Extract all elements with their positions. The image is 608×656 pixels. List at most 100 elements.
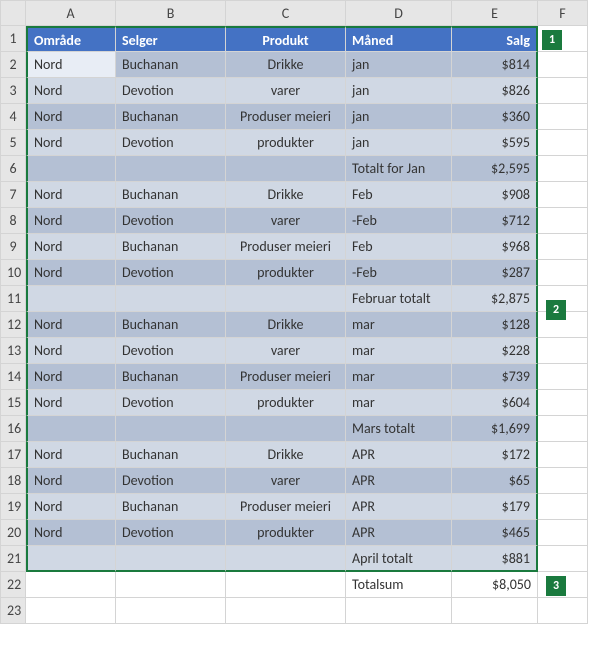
cell-E10[interactable]: $287 — [452, 260, 538, 286]
cell-A8[interactable]: Nord — [26, 208, 116, 234]
cell-empty-23-4[interactable] — [452, 598, 538, 624]
col-header-E[interactable]: E — [452, 0, 538, 26]
row-header-16[interactable]: 16 — [0, 416, 26, 442]
cell-empty-23-5[interactable] — [538, 598, 588, 624]
cell-B10[interactable]: Devotion — [116, 260, 226, 286]
cell-F15[interactable] — [538, 390, 588, 416]
cell-F18[interactable] — [538, 468, 588, 494]
cell-A5[interactable]: Nord — [26, 130, 116, 156]
cell-E6[interactable]: $2,595 — [452, 156, 538, 182]
cell-B16[interactable] — [116, 416, 226, 442]
cell-A7[interactable]: Nord — [26, 182, 116, 208]
cell-F17[interactable] — [538, 442, 588, 468]
cell-C19[interactable]: Produser meieri — [226, 494, 346, 520]
cell-D17[interactable]: APR — [346, 442, 452, 468]
cell-B11[interactable] — [116, 286, 226, 312]
cell-A22[interactable] — [26, 572, 116, 598]
cell-D19[interactable]: APR — [346, 494, 452, 520]
cell-A21[interactable] — [26, 546, 116, 572]
cell-D14[interactable]: mar — [346, 364, 452, 390]
row-header-8[interactable]: 8 — [0, 208, 26, 234]
cell-C20[interactable]: produkter — [226, 520, 346, 546]
cell-F21[interactable] — [538, 546, 588, 572]
cell-empty-23-0[interactable] — [26, 598, 116, 624]
cell-D18[interactable]: APR — [346, 468, 452, 494]
cell-E4[interactable]: $360 — [452, 104, 538, 130]
cell-C8[interactable]: varer — [226, 208, 346, 234]
cell-D10[interactable]: -Feb — [346, 260, 452, 286]
cell-C9[interactable]: Produser meieri — [226, 234, 346, 260]
cell-C22[interactable] — [226, 572, 346, 598]
cell-A2[interactable]: Nord — [26, 52, 116, 78]
cell-C13[interactable]: varer — [226, 338, 346, 364]
cell-B12[interactable]: Buchanan — [116, 312, 226, 338]
row-header-3[interactable]: 3 — [0, 78, 26, 104]
cell-A13[interactable]: Nord — [26, 338, 116, 364]
cell-E22[interactable]: $8,050 — [452, 572, 538, 598]
row-header-7[interactable]: 7 — [0, 182, 26, 208]
cell-D2[interactable]: jan — [346, 52, 452, 78]
cell-C4[interactable]: Produser meieri — [226, 104, 346, 130]
cell-B7[interactable]: Buchanan — [116, 182, 226, 208]
cell-F6[interactable] — [538, 156, 588, 182]
cell-A16[interactable] — [26, 416, 116, 442]
cell-E8[interactable]: $712 — [452, 208, 538, 234]
row-header-10[interactable]: 10 — [0, 260, 26, 286]
cell-C18[interactable]: varer — [226, 468, 346, 494]
cell-A15[interactable]: Nord — [26, 390, 116, 416]
cell-B2[interactable]: Buchanan — [116, 52, 226, 78]
cell-E9[interactable]: $968 — [452, 234, 538, 260]
cell-B22[interactable] — [116, 572, 226, 598]
cell-A3[interactable]: Nord — [26, 78, 116, 104]
row-header-9[interactable]: 9 — [0, 234, 26, 260]
cell-D21[interactable]: April totalt — [346, 546, 452, 572]
cell-E5[interactable]: $595 — [452, 130, 538, 156]
cell-D15[interactable]: mar — [346, 390, 452, 416]
cell-A6[interactable] — [26, 156, 116, 182]
cell-A9[interactable]: Nord — [26, 234, 116, 260]
cell-B4[interactable]: Buchanan — [116, 104, 226, 130]
table-header-D[interactable]: Måned — [346, 26, 452, 52]
table-header-E[interactable]: Salg — [452, 26, 538, 52]
cell-B20[interactable]: Devotion — [116, 520, 226, 546]
cell-E19[interactable]: $179 — [452, 494, 538, 520]
col-header-D[interactable]: D — [346, 0, 452, 26]
cell-C10[interactable]: produkter — [226, 260, 346, 286]
row-header-17[interactable]: 17 — [0, 442, 26, 468]
cell-A4[interactable]: Nord — [26, 104, 116, 130]
cell-B21[interactable] — [116, 546, 226, 572]
cell-A17[interactable]: Nord — [26, 442, 116, 468]
table-header-C[interactable]: Produkt — [226, 26, 346, 52]
row-header-22[interactable]: 22 — [0, 572, 26, 598]
cell-A14[interactable]: Nord — [26, 364, 116, 390]
table-header-A[interactable]: Område — [26, 26, 116, 52]
row-header-12[interactable]: 12 — [0, 312, 26, 338]
row-header-21[interactable]: 21 — [0, 546, 26, 572]
cell-D7[interactable]: Feb — [346, 182, 452, 208]
cell-B19[interactable]: Buchanan — [116, 494, 226, 520]
cell-E14[interactable]: $739 — [452, 364, 538, 390]
cell-F20[interactable] — [538, 520, 588, 546]
cell-F13[interactable] — [538, 338, 588, 364]
cell-E11[interactable]: $2,875 — [452, 286, 538, 312]
row-header-11[interactable]: 11 — [0, 286, 26, 312]
row-header-6[interactable]: 6 — [0, 156, 26, 182]
row-header-1[interactable]: 1 — [0, 26, 26, 52]
cell-B15[interactable]: Devotion — [116, 390, 226, 416]
cell-F5[interactable] — [538, 130, 588, 156]
row-header-20[interactable]: 20 — [0, 520, 26, 546]
cell-F19[interactable] — [538, 494, 588, 520]
cell-B9[interactable]: Buchanan — [116, 234, 226, 260]
cell-C6[interactable] — [226, 156, 346, 182]
cell-D3[interactable]: jan — [346, 78, 452, 104]
cell-empty-23-1[interactable] — [116, 598, 226, 624]
cell-E3[interactable]: $826 — [452, 78, 538, 104]
spreadsheet-grid[interactable]: ABCDEF1OmrådeSelgerProduktMånedSalg2Nord… — [0, 0, 608, 624]
cell-A11[interactable] — [26, 286, 116, 312]
cell-B6[interactable] — [116, 156, 226, 182]
cell-A20[interactable]: Nord — [26, 520, 116, 546]
cell-B8[interactable]: Devotion — [116, 208, 226, 234]
cell-B5[interactable]: Devotion — [116, 130, 226, 156]
row-header-14[interactable]: 14 — [0, 364, 26, 390]
cell-C15[interactable]: produkter — [226, 390, 346, 416]
